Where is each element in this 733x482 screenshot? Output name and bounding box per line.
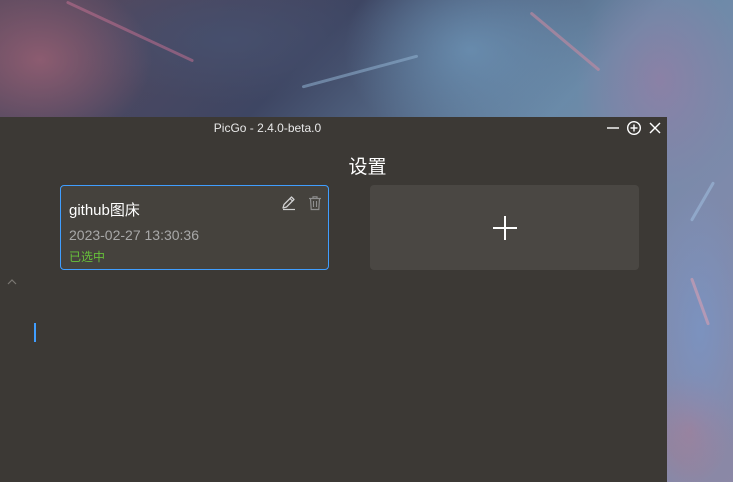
delete-config-button[interactable] — [306, 194, 324, 212]
config-selected-status: 已选中 — [69, 250, 106, 264]
plus-circle-icon — [626, 120, 642, 136]
wallpaper-streak — [690, 277, 710, 326]
wallpaper-streak — [529, 11, 601, 72]
text-cursor — [34, 323, 36, 342]
close-icon — [649, 122, 661, 134]
title-bar[interactable]: PicGo - 2.4.0-beta.0 — [0, 117, 667, 139]
close-button[interactable] — [646, 119, 664, 137]
config-card-github[interactable]: github图床 2023-02-27 13:30:36 已选中 — [60, 185, 329, 270]
chevron-up-icon[interactable] — [6, 274, 18, 285]
minimize-icon — [607, 127, 619, 129]
wallpaper-streak — [65, 0, 195, 63]
plus-icon — [492, 215, 517, 240]
trash-icon — [309, 196, 321, 211]
minimize-button[interactable] — [604, 119, 622, 137]
wallpaper-streak — [689, 181, 716, 222]
pencil-icon — [282, 196, 295, 211]
edit-config-button[interactable] — [280, 194, 298, 212]
window-title: PicGo - 2.4.0-beta.0 — [213, 121, 322, 135]
wallpaper-streak — [301, 54, 419, 89]
add-config-button[interactable] — [370, 185, 639, 270]
config-date: 2023-02-27 13:30:36 — [69, 227, 199, 243]
maximize-button[interactable] — [625, 119, 643, 137]
picgo-window: PicGo - 2.4.0-beta.0 设置 github图床 2023-02… — [0, 117, 667, 482]
page-title: 设置 — [348, 157, 387, 178]
config-name: github图床 — [69, 202, 140, 219]
